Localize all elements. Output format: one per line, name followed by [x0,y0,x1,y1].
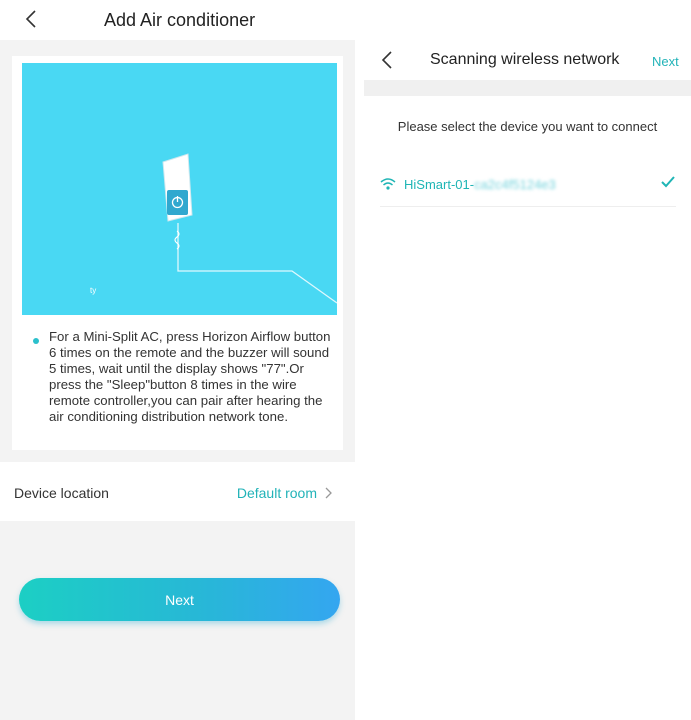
pairing-illustration: ty [22,63,337,315]
next-link[interactable]: Next [652,54,679,69]
location-value: Default room [236,485,317,501]
next-button[interactable]: Next [19,578,340,621]
checkmark-icon [660,175,676,194]
device-label: ty [90,286,96,295]
back-arrow-icon[interactable] [22,9,42,29]
select-prompt: Please select the device you want to con… [397,119,658,134]
network-name: HiSmart-01-ca2c4f5124e3 [404,177,556,192]
add-device-screen: Add Air conditioner ty For a Mini-Split … [0,0,355,720]
network-list-item[interactable]: HiSmart-01-ca2c4f5124e3 [380,168,676,207]
header: Add Air conditioner [0,0,355,40]
power-button [167,190,188,215]
location-label: Device location [14,485,109,501]
scan-network-screen: Scanning wireless network Next Please se… [364,40,691,720]
back-arrow-icon[interactable] [378,50,398,70]
network-name-prefix: HiSmart-01- [404,177,475,192]
page-title: Add Air conditioner [104,10,256,30]
chevron-right-icon [325,486,333,504]
instruction-text: For a Mini-Split AC, press Horizon Airfl… [49,329,331,424]
page-title: Scanning wireless network [430,51,620,68]
device-location-row[interactable]: Device location Default room [0,465,355,521]
network-name-suffix: ca2c4f5124e3 [474,177,556,192]
bullet-icon [33,338,39,344]
divider-strip [364,80,691,96]
wifi-icon [380,177,396,196]
